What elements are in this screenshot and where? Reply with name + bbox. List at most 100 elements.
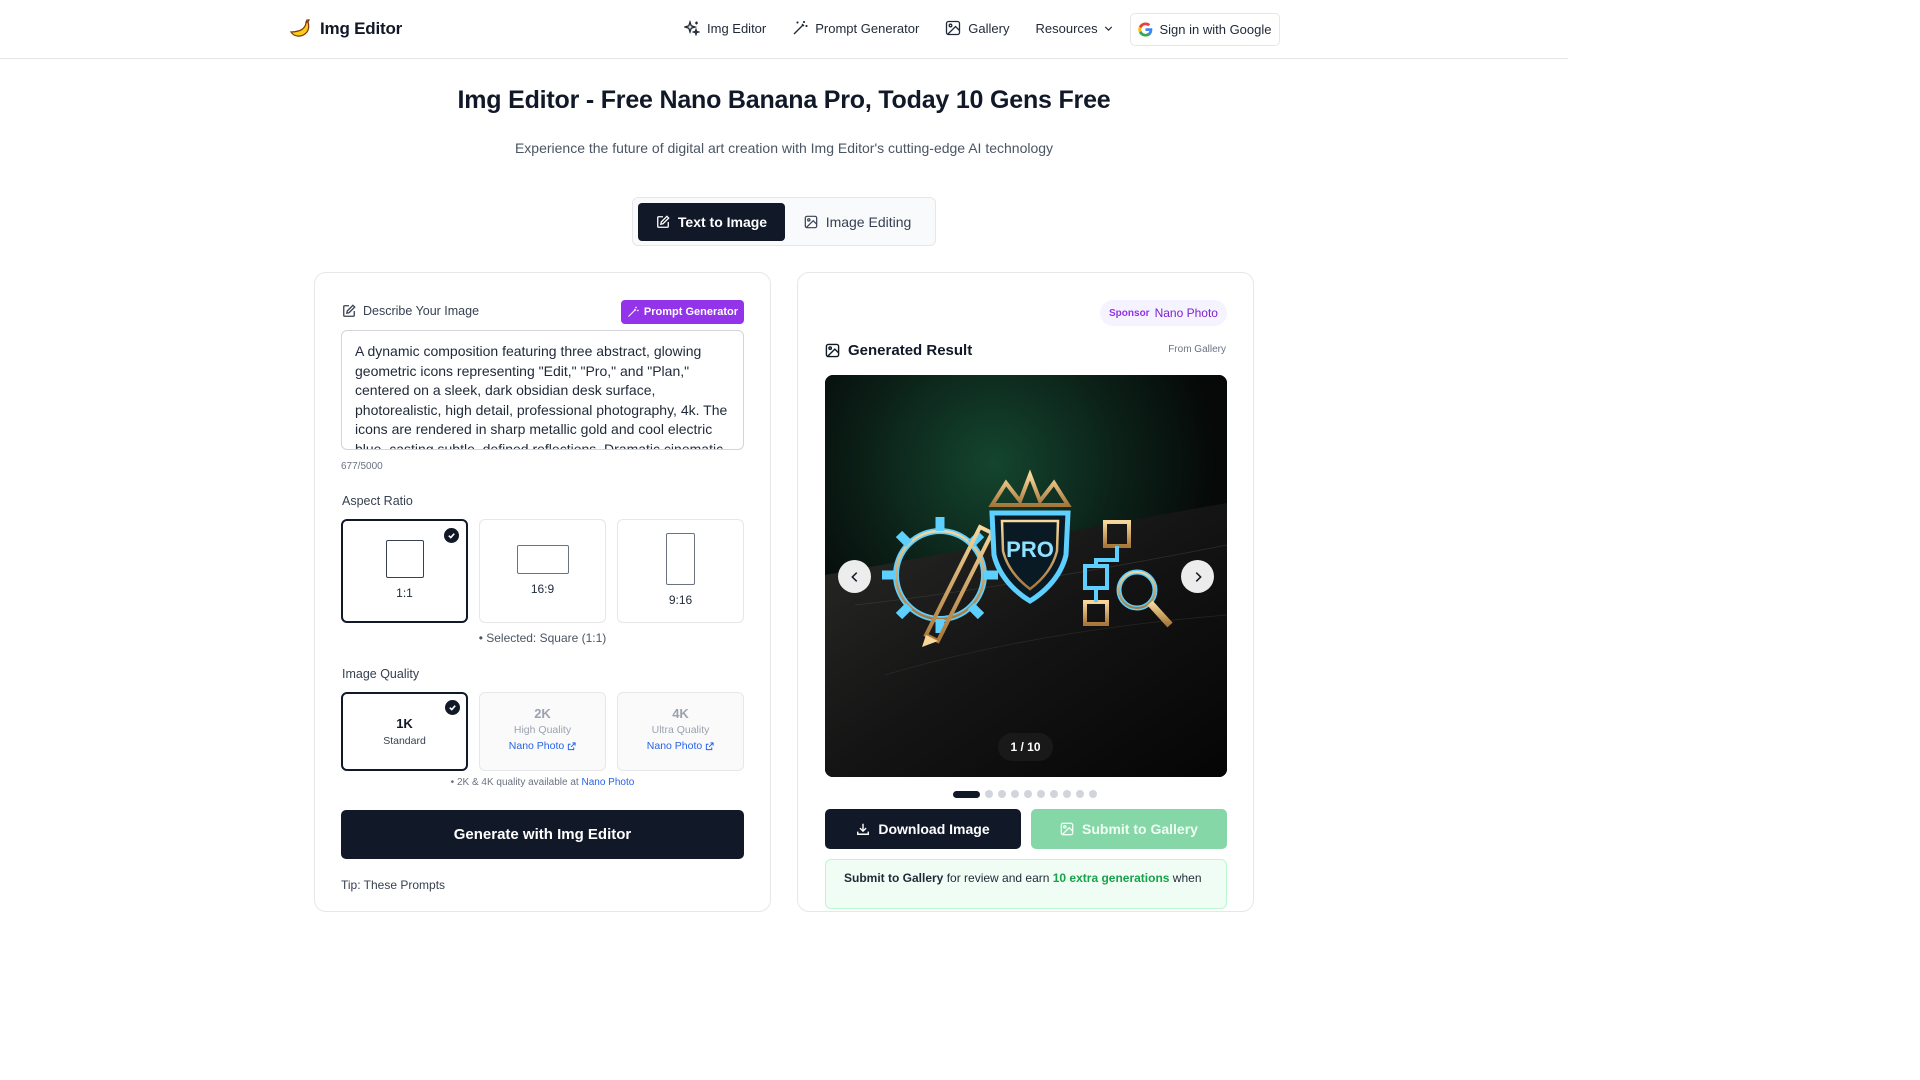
carousel-prev-button[interactable] <box>838 560 871 593</box>
prompt-textarea[interactable]: A dynamic composition featuring three ab… <box>341 330 744 450</box>
ratio-option-9-16[interactable]: 9:16 <box>617 519 744 623</box>
quality-title: 4K <box>672 706 689 721</box>
prompt-generator-button-label: Prompt Generator <box>643 306 739 318</box>
google-icon <box>1138 22 1153 37</box>
nano-photo-link-label: Nano Photo <box>508 740 565 752</box>
quality-option-2k[interactable]: 2K High Quality Nano Photo <box>479 692 606 771</box>
quality-note-link[interactable]: Nano Photo <box>581 777 634 788</box>
nav-prompt-generator-label: Prompt Generator <box>815 20 920 36</box>
edit-icon <box>656 215 670 228</box>
page-subtitle: Experience the future of digital art cre… <box>514 140 1054 156</box>
carousel-dot[interactable] <box>1024 790 1032 798</box>
carousel-dot[interactable] <box>1050 790 1058 798</box>
nav-gallery-label: Gallery <box>968 20 1010 36</box>
quality-options: 1K Standard 2K High Quality Nano Photo 4… <box>341 692 744 771</box>
sponsor-badge[interactable]: Sponsor Nano Photo <box>1100 300 1227 326</box>
download-icon <box>857 823 870 835</box>
ratio-label: 9:16 <box>668 593 693 607</box>
nav-img-editor[interactable]: Img Editor <box>684 20 766 36</box>
submit-label: Submit to Gallery <box>1082 821 1198 837</box>
quality-subtitle: High Quality <box>513 724 572 736</box>
sign-in-label: Sign in with Google <box>1159 22 1272 37</box>
generated-image: PRO 1 / 10 <box>825 375 1227 777</box>
ratio-option-16-9[interactable]: 16:9 <box>479 519 606 623</box>
banana-logo-icon <box>289 19 310 37</box>
magic-wand-icon <box>793 21 808 35</box>
carousel-dot[interactable] <box>985 790 993 798</box>
carousel-dot[interactable] <box>1089 790 1097 798</box>
square-ratio-shape <box>385 540 424 578</box>
carousel-dot[interactable] <box>1076 790 1084 798</box>
edit-icon <box>343 304 356 317</box>
quality-subtitle: Ultra Quality <box>651 724 710 736</box>
ratio-label: 16:9 <box>530 582 555 596</box>
banner-bold: Submit to Gallery <box>844 871 944 885</box>
image-icon <box>1060 822 1074 836</box>
nav-resources-label: Resources <box>1035 20 1098 36</box>
carousel-dot[interactable] <box>953 790 980 798</box>
tab-text-to-image[interactable]: Text to Image <box>638 203 785 241</box>
chevron-right-icon <box>1195 571 1202 582</box>
prompt-generator-button[interactable]: Prompt Generator <box>621 300 744 324</box>
image-quality-label: Image Quality <box>342 667 420 681</box>
banner-end: when <box>1169 871 1202 885</box>
carousel-next-button[interactable] <box>1181 560 1214 593</box>
chevron-down-icon <box>1104 25 1112 31</box>
top-header: Img Editor Img Editor Prompt Generator G… <box>0 0 1568 59</box>
nav-img-editor-label: Img Editor <box>707 20 767 36</box>
char-count: 677/5000 <box>341 461 383 472</box>
result-title-text: Generated Result <box>848 342 973 359</box>
download-label: Download Image <box>878 821 990 837</box>
quality-option-4k[interactable]: 4K Ultra Quality Nano Photo <box>617 692 744 771</box>
image-icon <box>825 343 840 358</box>
magic-wand-icon <box>628 306 639 317</box>
describe-label-text: Describe Your Image <box>363 304 480 318</box>
brand[interactable]: Img Editor <box>288 17 402 41</box>
landscape-ratio-shape <box>516 545 569 574</box>
image-icon <box>804 215 817 229</box>
tab-image-editing-label: Image Editing <box>825 214 912 230</box>
ratio-label: 1:1 <box>396 586 413 600</box>
external-link-icon <box>568 741 576 750</box>
nano-photo-link[interactable]: Nano Photo <box>509 740 576 752</box>
carousel-dot[interactable] <box>1037 790 1045 798</box>
submit-to-gallery-button[interactable]: Submit to Gallery <box>1031 809 1227 849</box>
image-icon <box>946 20 961 36</box>
nav-prompt-generator[interactable]: Prompt Generator <box>792 20 919 36</box>
external-link-icon <box>706 741 714 750</box>
generation-form-panel: Describe Your Image Prompt Generator A d… <box>314 272 771 912</box>
describe-label: Describe Your Image <box>342 304 479 318</box>
nano-photo-link[interactable]: Nano Photo <box>647 740 714 752</box>
banner-mid: for review and earn <box>943 871 1053 885</box>
sponsor-name: Nano Photo <box>1154 306 1218 320</box>
ratio-option-1-1[interactable]: 1:1 <box>341 519 468 623</box>
main-nav: Img Editor Prompt Generator Gallery Reso… <box>684 20 1115 36</box>
svg-text:PRO: PRO <box>1006 537 1054 562</box>
quality-subtitle: Standard <box>383 735 426 747</box>
sign-in-google-button[interactable]: Sign in with Google <box>1130 13 1280 46</box>
page-title: Img Editor - Free Nano Banana Pro, Today… <box>457 86 1111 114</box>
mode-tabs: Text to Image Image Editing <box>632 197 936 246</box>
banner-green: 10 extra generations <box>1052 871 1170 885</box>
result-title: Generated Result <box>825 342 972 359</box>
carousel-dot[interactable] <box>1011 790 1019 798</box>
quality-title: 2K <box>534 706 551 721</box>
tab-image-editing[interactable]: Image Editing <box>785 203 930 241</box>
nav-gallery[interactable]: Gallery <box>945 20 1009 36</box>
result-panel: Sponsor Nano Photo Generated Result From… <box>797 272 1254 912</box>
quality-note-text: • 2K & 4K quality available at <box>450 777 579 788</box>
brand-name: Img Editor <box>320 19 403 38</box>
aspect-ratio-label: Aspect Ratio <box>342 494 413 508</box>
generate-button[interactable]: Generate with Img Editor <box>341 810 744 859</box>
download-image-button[interactable]: Download Image <box>825 809 1021 849</box>
check-icon <box>445 700 460 715</box>
carousel-dot[interactable] <box>998 790 1006 798</box>
quality-option-1k[interactable]: 1K Standard <box>341 692 468 771</box>
image-counter: 1 / 10 <box>998 733 1053 761</box>
selected-ratio-note: • Selected: Square (1:1) <box>478 631 607 645</box>
generated-image-artwork: PRO <box>825 375 1227 777</box>
carousel-dot[interactable] <box>1063 790 1071 798</box>
nav-resources[interactable]: Resources <box>1035 21 1114 36</box>
sponsor-tag: Sponsor <box>1109 307 1150 319</box>
aspect-ratio-options: 1:1 16:9 9:16 <box>341 519 744 623</box>
